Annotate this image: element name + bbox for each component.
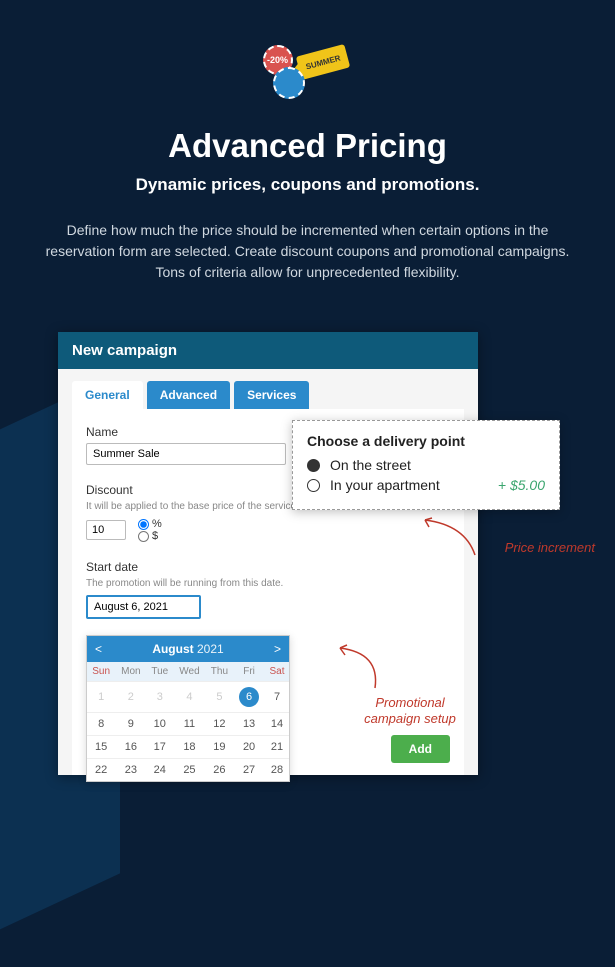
datepicker-dow: Thu <box>206 662 233 682</box>
datepicker-day[interactable]: 15 <box>87 736 115 759</box>
datepicker-day[interactable]: 8 <box>87 713 115 736</box>
datepicker-day[interactable]: 5 <box>206 682 233 713</box>
datepicker-day[interactable]: 9 <box>115 713 146 736</box>
datepicker-day[interactable]: 19 <box>206 736 233 759</box>
datepicker-day[interactable]: 18 <box>173 736 205 759</box>
page-title: Advanced Pricing <box>0 127 615 165</box>
datepicker-day[interactable]: 27 <box>233 759 265 782</box>
datepicker-day[interactable]: 14 <box>265 713 289 736</box>
discount-input[interactable] <box>86 520 126 540</box>
add-button[interactable]: Add <box>391 735 450 763</box>
datepicker-dow: Wed <box>173 662 205 682</box>
datepicker-year[interactable]: 2021 <box>197 642 224 656</box>
datepicker-day[interactable]: 6 <box>233 682 265 713</box>
datepicker-next[interactable]: > <box>274 642 281 656</box>
datepicker-day[interactable]: 20 <box>233 736 265 759</box>
datepicker-day[interactable]: 1 <box>87 682 115 713</box>
datepicker-day[interactable]: 21 <box>265 736 289 759</box>
datepicker-prev[interactable]: < <box>95 642 102 656</box>
tab-general[interactable]: General <box>72 381 143 409</box>
datepicker-day[interactable]: 13 <box>233 713 265 736</box>
datepicker-day[interactable]: 3 <box>146 682 173 713</box>
delivery-option-street[interactable]: On the street <box>307 457 545 473</box>
datepicker-day[interactable]: 23 <box>115 759 146 782</box>
datepicker-dow: Tue <box>146 662 173 682</box>
price-increment-value: + $5.00 <box>498 477 545 493</box>
tab-advanced[interactable]: Advanced <box>147 381 230 409</box>
datepicker-day[interactable]: 7 <box>265 682 289 713</box>
unit-currency-option[interactable]: $ <box>138 530 162 542</box>
datepicker-dow: Sat <box>265 662 289 682</box>
unit-percent-option[interactable]: % <box>138 518 162 530</box>
radio-icon <box>307 459 320 472</box>
sale-badge-icon <box>273 67 305 99</box>
delivery-title: Choose a delivery point <box>307 433 545 449</box>
datepicker-day[interactable]: 4 <box>173 682 205 713</box>
startdate-input[interactable] <box>86 595 201 619</box>
unit-percent-radio[interactable] <box>138 519 149 530</box>
delivery-option-apartment[interactable]: In your apartment + $5.00 <box>307 477 545 493</box>
datepicker-day[interactable]: 2 <box>115 682 146 713</box>
datepicker-dow: Fri <box>233 662 265 682</box>
annotation-promo-setup: Promotional campaign setup <box>350 695 470 726</box>
datepicker-dow: Sun <box>87 662 115 682</box>
annotation-price-increment: Price increment <box>505 540 595 556</box>
unit-currency-radio[interactable] <box>138 531 149 542</box>
panel-header: New campaign <box>58 332 478 369</box>
datepicker-day[interactable]: 24 <box>146 759 173 782</box>
datepicker-day[interactable]: 11 <box>173 713 205 736</box>
hero-icon-group: -20% SUMMER <box>0 0 615 105</box>
datepicker-day[interactable]: 10 <box>146 713 173 736</box>
datepicker-day[interactable]: 25 <box>173 759 205 782</box>
tab-services[interactable]: Services <box>234 381 309 409</box>
name-input[interactable] <box>86 443 286 465</box>
datepicker-dow: Mon <box>115 662 146 682</box>
datepicker-day[interactable]: 28 <box>265 759 289 782</box>
datepicker: < August 2021 > SunMonTueWedThuFriSat 12… <box>86 635 290 782</box>
datepicker-day[interactable]: 12 <box>206 713 233 736</box>
startdate-label: Start date <box>86 560 450 574</box>
page-subtitle: Dynamic prices, coupons and promotions. <box>0 175 615 195</box>
datepicker-day[interactable]: 16 <box>115 736 146 759</box>
datepicker-day[interactable]: 26 <box>206 759 233 782</box>
radio-icon <box>307 479 320 492</box>
price-tag-icon: SUMMER <box>295 44 350 80</box>
delivery-point-box: Choose a delivery point On the street In… <box>292 420 560 510</box>
page-description: Define how much the price should be incr… <box>35 220 580 283</box>
startdate-help: The promotion will be running from this … <box>86 578 450 589</box>
datepicker-month[interactable]: August <box>152 642 193 656</box>
datepicker-day[interactable]: 17 <box>146 736 173 759</box>
datepicker-day[interactable]: 22 <box>87 759 115 782</box>
